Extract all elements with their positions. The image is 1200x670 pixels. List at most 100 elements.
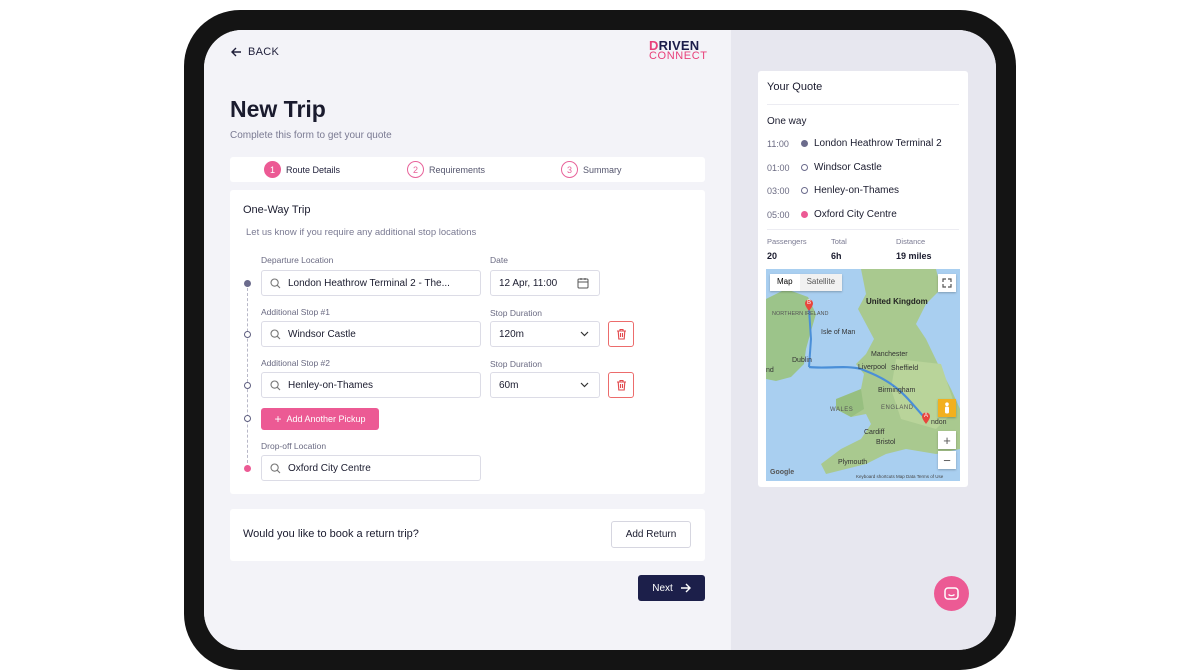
page-title: New Trip xyxy=(230,96,326,122)
calendar-icon xyxy=(577,278,589,289)
stat-passengers: Passengers 20 xyxy=(767,237,807,261)
next-label: Next xyxy=(652,582,673,594)
marker-a-label: A xyxy=(924,413,929,419)
delete-stop2-button[interactable] xyxy=(608,372,634,398)
divider xyxy=(767,104,959,105)
dropoff-label: Drop-off Location xyxy=(261,441,327,451)
divider xyxy=(767,229,959,230)
stat-key: Total xyxy=(831,237,847,246)
card-subtitle: Let us know if you require any additiona… xyxy=(246,227,477,238)
quote-stop-place: London Heathrow Terminal 2 xyxy=(814,138,942,149)
stop2-duration-value: 60m xyxy=(499,379,519,391)
stat-value: 6h xyxy=(831,251,842,261)
stop1-label: Additional Stop #1 xyxy=(261,307,330,317)
step-summary[interactable]: 3 Summary xyxy=(561,161,622,178)
return-trip-card: Would you like to book a return trip? Ad… xyxy=(230,509,705,561)
map-label-plymouth: Plymouth xyxy=(838,459,868,466)
one-way-trip-card: One-Way Trip Let us know if you require … xyxy=(230,190,705,494)
map-land xyxy=(766,269,960,474)
quote-stop-time: 01:00 xyxy=(767,162,790,173)
departure-label: Departure Location xyxy=(261,255,334,265)
stop1-value: Windsor Castle xyxy=(288,328,356,340)
arrow-right-icon xyxy=(680,583,691,593)
chat-icon xyxy=(944,586,959,600)
page-subtitle: Complete this form to get your quote xyxy=(230,130,392,141)
zoom-in-button[interactable]: + xyxy=(938,431,956,449)
step-number: 1 xyxy=(264,161,281,178)
map-label-birmingham: Birmingham xyxy=(878,387,916,394)
map-footer[interactable]: Keyboard shortcuts Map Data Terms of Use xyxy=(856,474,943,479)
map-label-uk: United Kingdom xyxy=(866,297,928,306)
quote-stop: 03:00 Henley-on-Thames xyxy=(767,185,899,196)
quote-stop-time: 11:00 xyxy=(767,138,789,149)
trash-icon xyxy=(616,379,626,391)
quote-title: Your Quote xyxy=(767,81,823,93)
chat-launcher-button[interactable] xyxy=(934,576,969,611)
street-view-pegman[interactable] xyxy=(938,399,956,417)
stop2-value: Henley-on-Thames xyxy=(288,379,374,391)
quote-card: Your Quote One way 11:00 London Heathrow… xyxy=(758,71,968,487)
next-button[interactable]: Next xyxy=(638,575,705,601)
chevron-down-icon xyxy=(580,382,589,388)
route-timeline-line xyxy=(247,288,248,468)
stop1-duration-select[interactable]: 120m xyxy=(490,321,600,347)
add-another-pickup-button[interactable]: + Add Another Pickup xyxy=(261,408,379,430)
quote-stop-place: Henley-on-Thames xyxy=(814,185,900,196)
zoom-out-button[interactable]: − xyxy=(938,451,956,469)
stat-distance: Distance 19 miles xyxy=(896,237,932,261)
step-label: Route Details xyxy=(286,164,341,175)
step-requirements[interactable]: 2 Requirements xyxy=(407,161,485,178)
quote-stop: 11:00 London Heathrow Terminal 2 xyxy=(767,138,942,149)
quote-stop-dot xyxy=(801,187,808,194)
arrow-left-icon xyxy=(231,47,241,57)
stop2-input[interactable]: Henley-on-Thames xyxy=(261,372,481,398)
marker-b-label: B xyxy=(807,300,812,306)
date-value: 12 Apr, 11:00 xyxy=(499,277,558,289)
map-tab-satellite[interactable]: Satellite xyxy=(799,274,843,291)
stop2-duration-label: Stop Duration xyxy=(490,359,542,369)
stop2-duration-select[interactable]: 60m xyxy=(490,372,600,398)
stat-key: Passengers xyxy=(767,237,807,246)
quote-stop: 01:00 Windsor Castle xyxy=(767,162,882,173)
quote-stop-dot xyxy=(801,164,808,171)
map-label-sheffield: Sheffield xyxy=(891,365,919,372)
pegman-icon xyxy=(945,402,949,414)
stop2-label: Additional Stop #2 xyxy=(261,358,330,368)
map-tab-map[interactable]: Map xyxy=(770,274,800,291)
driven-connect-logo: DRIVEN CONNECT xyxy=(649,39,708,62)
trip-form-panel: BACK DRIVEN CONNECT New Trip Complete th… xyxy=(204,30,731,650)
step-route-details[interactable]: 1 Route Details xyxy=(264,161,340,178)
date-input[interactable]: 12 Apr, 11:00 xyxy=(490,270,600,296)
search-icon xyxy=(270,277,281,288)
search-icon xyxy=(270,462,281,473)
quote-stop-place: Oxford City Centre xyxy=(814,209,897,220)
back-button[interactable]: BACK xyxy=(231,46,279,58)
step-label: Requirements xyxy=(429,164,486,175)
stepper: 1 Route Details 2 Requirements 3 Summary xyxy=(230,157,705,182)
fullscreen-button[interactable] xyxy=(938,274,956,292)
quote-stop-dot xyxy=(801,211,808,218)
add-return-button[interactable]: Add Return xyxy=(611,521,691,548)
route-map[interactable]: Map Satellite United Kingdom NORTHERN IR… xyxy=(766,269,960,481)
map-label-england: ENGLAND xyxy=(881,405,914,411)
departure-location-input[interactable]: London Heathrow Terminal 2 - The... xyxy=(261,270,481,296)
dropoff-location-input[interactable]: Oxford City Centre xyxy=(261,455,481,481)
google-logo: Google xyxy=(770,469,795,476)
add-pickup-label: Add Another Pickup xyxy=(286,414,366,424)
search-icon xyxy=(270,328,281,339)
delete-stop1-button[interactable] xyxy=(608,321,634,347)
logo-line2: CONNECT xyxy=(649,50,708,62)
departure-dot xyxy=(244,280,251,287)
map-type-toggle: Map Satellite xyxy=(770,274,843,291)
stat-key: Distance xyxy=(896,237,926,246)
map-label-liverpool: Liverpool xyxy=(858,364,887,371)
quote-stop-time: 03:00 xyxy=(767,185,790,196)
card-title: One-Way Trip xyxy=(243,204,311,216)
search-icon xyxy=(270,379,281,390)
date-label: Date xyxy=(490,255,508,265)
step-number: 3 xyxy=(561,161,578,178)
add-pickup-dot xyxy=(244,415,251,422)
stop1-dot xyxy=(244,331,251,338)
map-label-isle-of-man: Isle of Man xyxy=(821,329,856,336)
stop1-input[interactable]: Windsor Castle xyxy=(261,321,481,347)
